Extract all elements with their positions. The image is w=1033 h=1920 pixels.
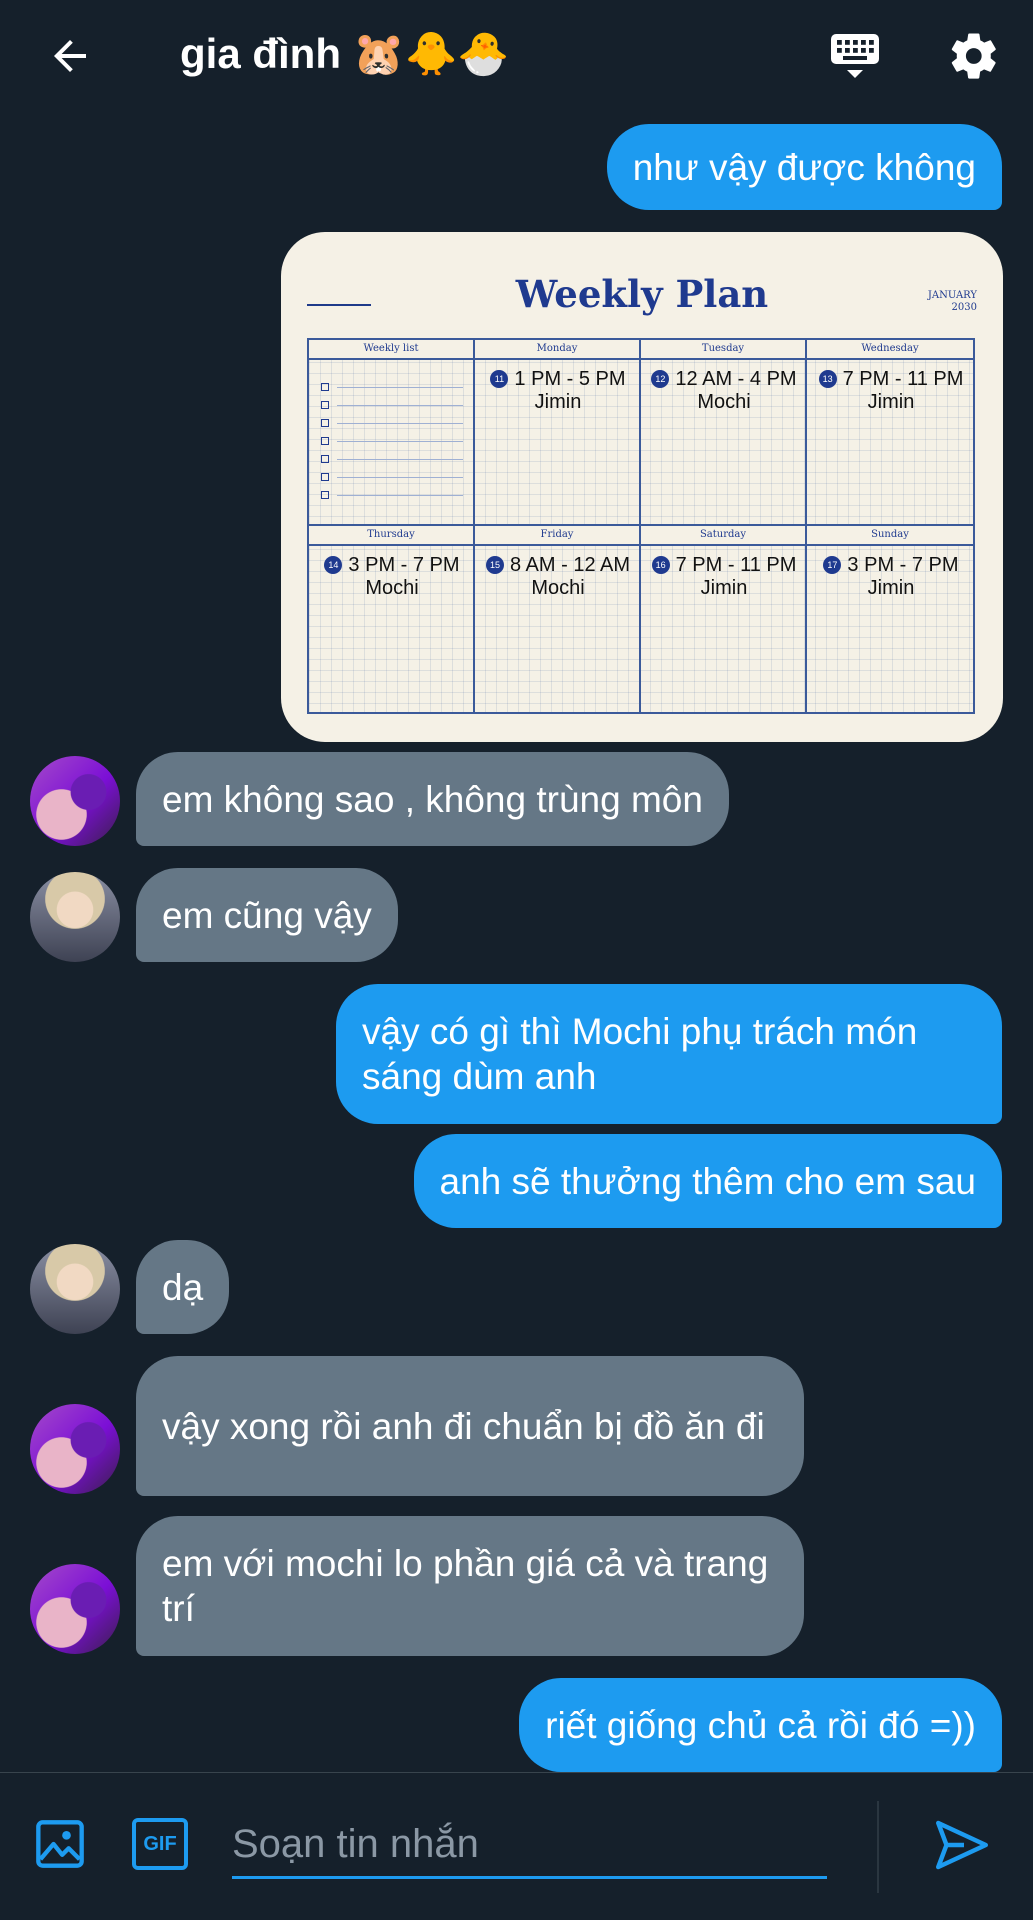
avatar[interactable] <box>30 872 120 962</box>
assignee: Mochi <box>531 577 585 599</box>
time-range: 3 PM - 7 PM <box>847 554 959 576</box>
message-outgoing[interactable]: anh sẽ thưởng thêm cho em sau <box>413 1134 1002 1228</box>
day-cell-wednesday: Wednesday 13 7 PM - 11 PM Jimin <box>807 340 973 526</box>
checkbox-icon <box>321 491 329 499</box>
checklist-item <box>321 396 463 414</box>
conversation-title: gia đình 🐹🐥🐣 <box>180 30 510 77</box>
avatar[interactable] <box>30 1564 120 1654</box>
settings-button[interactable] <box>942 24 1006 88</box>
plan-date: JANUARY 2030 <box>927 290 977 313</box>
checkbox-icon <box>321 473 329 481</box>
time-range: 1 PM - 5 PM <box>514 368 626 390</box>
checklist-item <box>321 378 463 396</box>
checklist <box>309 360 473 504</box>
gif-button[interactable]: GIF <box>132 1818 188 1870</box>
time-range: 3 PM - 7 PM <box>348 554 460 576</box>
assignee: Mochi <box>365 577 419 599</box>
checklist-item <box>321 486 463 504</box>
image-icon <box>36 1820 84 1868</box>
day-cell-friday: Friday 15 8 AM - 12 AM Mochi <box>475 526 641 712</box>
assignee: Jimin <box>534 391 582 413</box>
date-badge: 14 <box>324 556 343 574</box>
compose-bar: GIF <box>0 1773 1033 1920</box>
send-button[interactable] <box>932 1815 992 1875</box>
message-incoming[interactable]: em cũng vậy <box>136 868 398 962</box>
avatar[interactable] <box>30 1244 120 1334</box>
day-cell-saturday: Saturday 16 7 PM - 11 PM Jimin <box>641 526 807 712</box>
assignee: Jimin <box>867 577 915 599</box>
date-badge: 13 <box>818 370 837 388</box>
checklist-item <box>321 450 463 468</box>
weekly-list-cell: Weekly list <box>309 340 475 526</box>
avatar[interactable] <box>30 756 120 846</box>
checkbox-icon <box>321 455 329 463</box>
assignee: Jimin <box>700 577 748 599</box>
send-icon <box>936 1820 988 1870</box>
message-incoming[interactable]: em với mochi lo phần giá cả và trang trí <box>136 1516 804 1656</box>
checkbox-icon <box>321 419 329 427</box>
date-badge: 17 <box>823 556 842 574</box>
time-range: 7 PM - 11 PM <box>842 368 964 390</box>
message-outgoing[interactable]: như vậy được không <box>606 124 1002 210</box>
time-range: 7 PM - 11 PM <box>675 554 797 576</box>
time-range: 12 AM - 4 PM <box>675 368 797 390</box>
checkbox-icon <box>321 383 329 391</box>
checklist-item <box>321 414 463 432</box>
gif-icon: GIF <box>143 1832 177 1855</box>
checklist-item <box>321 468 463 486</box>
back-button[interactable] <box>40 26 100 86</box>
chat-header: gia đình 🐹🐥🐣 <box>0 0 1033 110</box>
time-range: 8 AM - 12 AM <box>509 554 631 576</box>
keyboard-button[interactable] <box>820 26 890 86</box>
back-arrow-icon <box>54 40 86 72</box>
checkbox-icon <box>321 401 329 409</box>
message-incoming[interactable]: vậy xong rồi anh đi chuẩn bị đồ ăn đi <box>136 1356 804 1496</box>
assignee: Jimin <box>867 391 915 413</box>
date-badge: 11 <box>490 370 509 388</box>
day-cell-sunday: Sunday 17 3 PM - 7 PM Jimin <box>807 526 973 712</box>
checklist-item <box>321 432 463 450</box>
add-image-button[interactable] <box>34 1818 86 1870</box>
gear-icon <box>951 33 996 79</box>
date-badge: 15 <box>485 556 504 574</box>
plan-grid: Weekly list Monday 11 1 PM - 5 PM Jimin Tu… <box>307 338 975 714</box>
message-input[interactable] <box>232 1813 827 1879</box>
day-cell-monday: Monday 11 1 PM - 5 PM Jimin <box>475 340 641 526</box>
checkbox-icon <box>321 437 329 445</box>
message-incoming[interactable]: dạ <box>136 1240 230 1334</box>
message-outgoing[interactable]: vậy có gì thì Mochi phụ trách món sáng d… <box>336 984 1002 1124</box>
keyboard-icon <box>831 34 879 78</box>
message-outgoing[interactable]: riết giống chủ cả rồi đó =)) <box>519 1678 1002 1772</box>
plan-title: Weekly Plan <box>515 272 769 316</box>
weekly-plan-image[interactable]: Weekly Plan JANUARY 2030 Weekly list Mond… <box>281 232 1003 742</box>
date-badge: 16 <box>651 556 670 574</box>
assignee: Mochi <box>697 391 751 413</box>
date-badge: 12 <box>651 370 670 388</box>
message-incoming[interactable]: em không sao , không trùng môn <box>136 752 729 846</box>
compose-separator <box>877 1801 879 1893</box>
day-cell-tuesday: Tuesday 12 12 AM - 4 PM Mochi <box>641 340 807 526</box>
avatar[interactable] <box>30 1404 120 1494</box>
day-cell-thursday: Thursday 14 3 PM - 7 PM Mochi <box>309 526 475 712</box>
